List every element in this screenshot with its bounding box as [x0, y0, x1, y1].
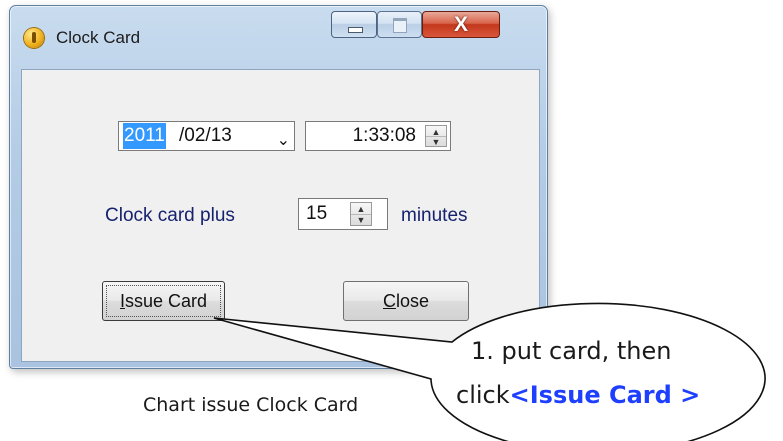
callout-instruction-line2: click<Issue Card >: [456, 381, 700, 409]
figure-caption: Chart issue Clock Card: [143, 394, 359, 416]
callout-click-text: click: [456, 381, 510, 409]
callout-instruction-line1: 1. put card, then: [471, 337, 672, 365]
callout-button-reference: <Issue Card >: [509, 381, 701, 409]
callout-bubble: [213, 302, 766, 441]
callout-shape: [213, 302, 766, 441]
